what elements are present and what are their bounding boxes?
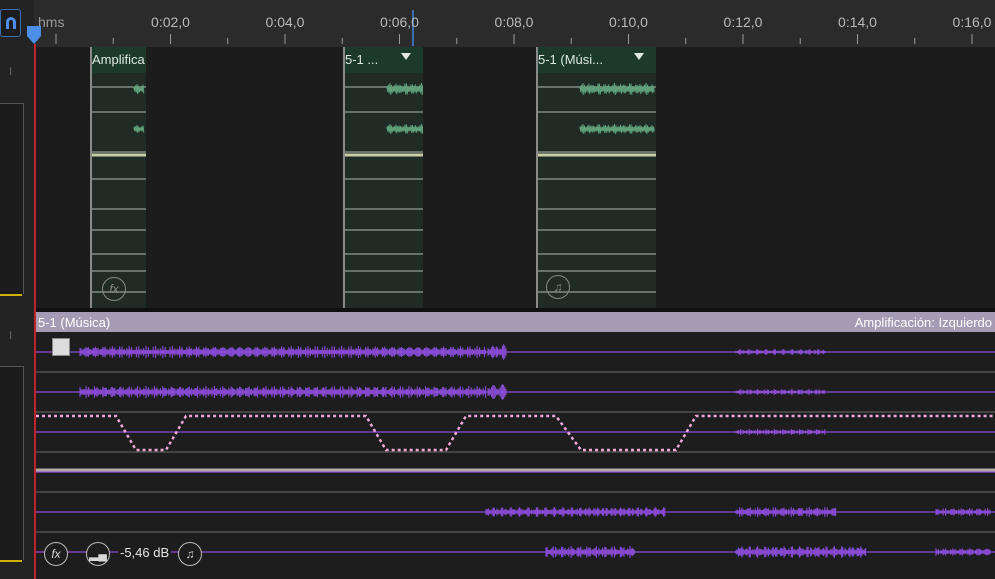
track1-level-marker xyxy=(0,294,22,296)
clip-volume-value[interactable]: -5,46 dB xyxy=(118,545,172,560)
time-ruler[interactable]: hms 0:02,0 0:04,0 0:06,0 0:08,0 0:10,0 0:12,0… xyxy=(34,0,995,48)
fx-icon[interactable]: fx xyxy=(44,542,68,566)
track1-resize-handle[interactable]: I xyxy=(9,66,12,78)
track2-header-panel xyxy=(0,380,24,560)
clip-5-1-musica[interactable]: 5-1 (Músi... ♫ xyxy=(536,47,656,309)
snap-magnet-button[interactable] xyxy=(0,9,21,37)
ruler-tick-label: 0:16,0 xyxy=(952,14,992,30)
clip-waveform-and-envelope xyxy=(36,344,995,558)
playhead-marker[interactable] xyxy=(27,26,41,44)
track1-empty-lane xyxy=(36,47,995,309)
clip-title: 5-1 (Música) xyxy=(38,315,111,330)
track-2-lane[interactable]: 5-1 (Música) Amplificación: Izquierdo fx… xyxy=(36,312,995,579)
music-note-icon[interactable]: ♫ xyxy=(178,542,202,566)
track2-level-marker xyxy=(0,560,22,562)
ruler-tick-label: 0:12,0 xyxy=(723,14,763,30)
clip-waveform xyxy=(345,82,423,293)
ruler-tick-label: 0:04,0 xyxy=(265,14,305,30)
fx-icon[interactable]: fx xyxy=(102,277,126,301)
clip-waveform xyxy=(92,84,146,293)
clip-waveform xyxy=(538,82,656,293)
track2-header-box xyxy=(0,366,24,380)
volume-meter-icon[interactable]: ▂▄ xyxy=(86,542,110,566)
ruler-tick-label: 0:14,0 xyxy=(838,14,877,30)
ruler-tick-label: 0:02,0 xyxy=(151,14,190,30)
clip-amplifica[interactable]: Amplifica fx xyxy=(90,47,146,309)
ruler-tick-label: 0:06,0 xyxy=(380,14,419,30)
track-headers-strip: I I xyxy=(0,0,34,579)
clip-5-1-a[interactable]: 5-1 ... xyxy=(343,47,423,309)
clip-effect-label: Amplificación: Izquierdo xyxy=(854,315,992,330)
clip-header-5-1-musica[interactable]: 5-1 (Música) Amplificación: Izquierdo xyxy=(36,312,995,332)
music-note-icon[interactable]: ♫ xyxy=(546,275,570,299)
track-1-lane[interactable]: Amplifica fx 5-1 ... 5-1 (Músi... ♫ xyxy=(36,47,995,309)
ruler-tick-label: 0:08,0 xyxy=(494,14,534,30)
cursor-line xyxy=(34,44,36,579)
track1-header-panel xyxy=(0,114,24,294)
magnet-icon xyxy=(6,17,16,29)
ruler-tick-label: 0:10,0 xyxy=(609,14,648,30)
track2-resize-handle[interactable]: I xyxy=(9,330,12,342)
clip-fade-handle[interactable] xyxy=(52,338,70,356)
